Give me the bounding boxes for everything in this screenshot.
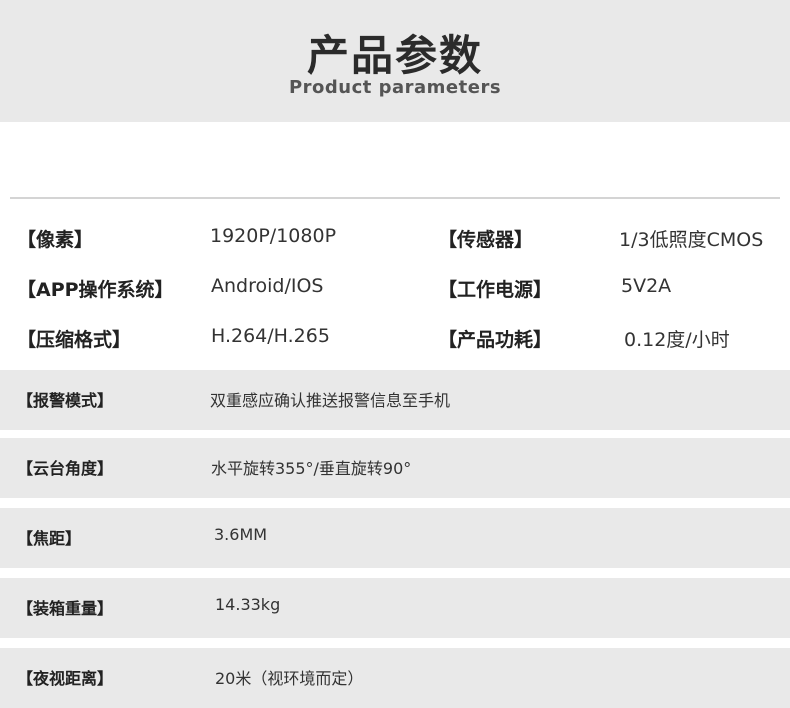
param-band: 【夜视距离】 20米（视环境而定） [0,648,790,708]
param-value: H.264/H.265 [211,325,330,347]
param-label: 【APP操作系统】 [17,279,174,301]
param-label: 【压缩格式】 [17,329,132,351]
page-subtitle: Product parameters [288,77,502,98]
param-label: 【报警模式】 [17,391,114,410]
page-title: 产品参数 [306,31,483,80]
param-label: 【装箱重量】 [17,599,114,618]
param-band: 【云台角度】 水平旋转355°/垂直旋转90° [0,438,790,498]
param-label: 【焦距】 [17,529,82,548]
param-value: 水平旋转355°/垂直旋转90° [211,459,412,478]
page-header: 产品参数 Product parameters [0,0,790,122]
param-value: 5V2A [621,275,672,297]
param-label: 【工作电源】 [438,279,553,301]
param-label: 【云台角度】 [17,459,114,478]
param-band: 【报警模式】 双重感应确认推送报警信息至手机 [0,370,790,430]
param-value: 1920P/1080P [210,225,337,247]
param-value: 1/3低照度CMOS [619,229,764,251]
param-band: 【焦距】 3.6MM [0,508,790,568]
param-label: 【传感器】 [438,229,534,251]
param-value: 3.6MM [214,525,268,544]
param-band: 【装箱重量】 14.33kg [0,578,790,638]
section-divider [10,197,780,199]
param-label: 【像素】 [17,229,94,251]
param-label: 【产品功耗】 [438,329,553,351]
param-value: Android/IOS [211,275,324,297]
param-value: 双重感应确认推送报警信息至手机 [210,391,451,410]
param-value: 20米（视环境而定） [215,669,364,688]
param-value: 14.33kg [215,595,281,614]
param-value: 0.12度/小时 [624,329,730,351]
param-label: 【夜视距离】 [17,669,114,688]
